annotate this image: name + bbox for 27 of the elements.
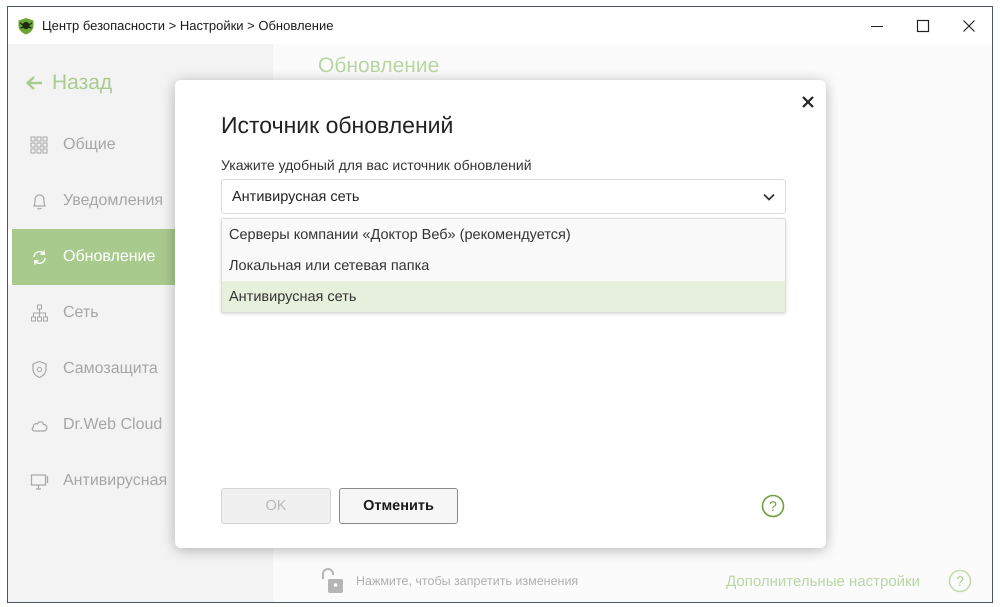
monitor-icon xyxy=(30,472,49,490)
sidebar-item[interactable]: Самозащита xyxy=(8,341,273,397)
sidebar-item[interactable]: Dr.Web Cloud xyxy=(8,397,273,453)
shield-icon xyxy=(30,360,49,378)
field-label: Укажите удобный для вас источник обновлений xyxy=(221,157,533,173)
window-title: Центр безопасности > Настройки > Обновление xyxy=(42,18,334,33)
dropdown-option[interactable]: Локальная или сетевая папка xyxy=(222,250,785,281)
shield-logo-icon xyxy=(17,16,35,34)
maximize-icon[interactable] xyxy=(916,18,930,32)
close-icon[interactable] xyxy=(962,18,976,32)
network-icon xyxy=(30,304,49,322)
lock-hint: Нажмите, чтобы запретить изменения xyxy=(356,574,578,588)
grid-icon xyxy=(30,136,49,154)
back-link[interactable]: Назад xyxy=(25,61,273,105)
cancel-button[interactable]: Отменить xyxy=(339,488,458,524)
chevron-icon xyxy=(763,192,775,200)
close-icon[interactable] xyxy=(802,96,814,108)
dropdown-option[interactable]: Серверы компании «Доктор Веб» (рекомендуется) xyxy=(222,219,785,250)
arrow-left-icon xyxy=(25,75,43,91)
dropdown-option[interactable]: Антивирусная сеть xyxy=(222,281,785,312)
help-icon[interactable]: ? xyxy=(761,494,785,518)
advanced-settings-link[interactable]: Дополнительные настройки xyxy=(726,572,920,590)
page-heading: Обновление xyxy=(318,55,440,77)
help-icon[interactable]: ? xyxy=(948,569,972,593)
source-dropdown[interactable]: Антивирусная сеть xyxy=(221,179,786,214)
dialog-title: Источник обновлений xyxy=(221,112,454,139)
bell-icon xyxy=(30,192,49,210)
